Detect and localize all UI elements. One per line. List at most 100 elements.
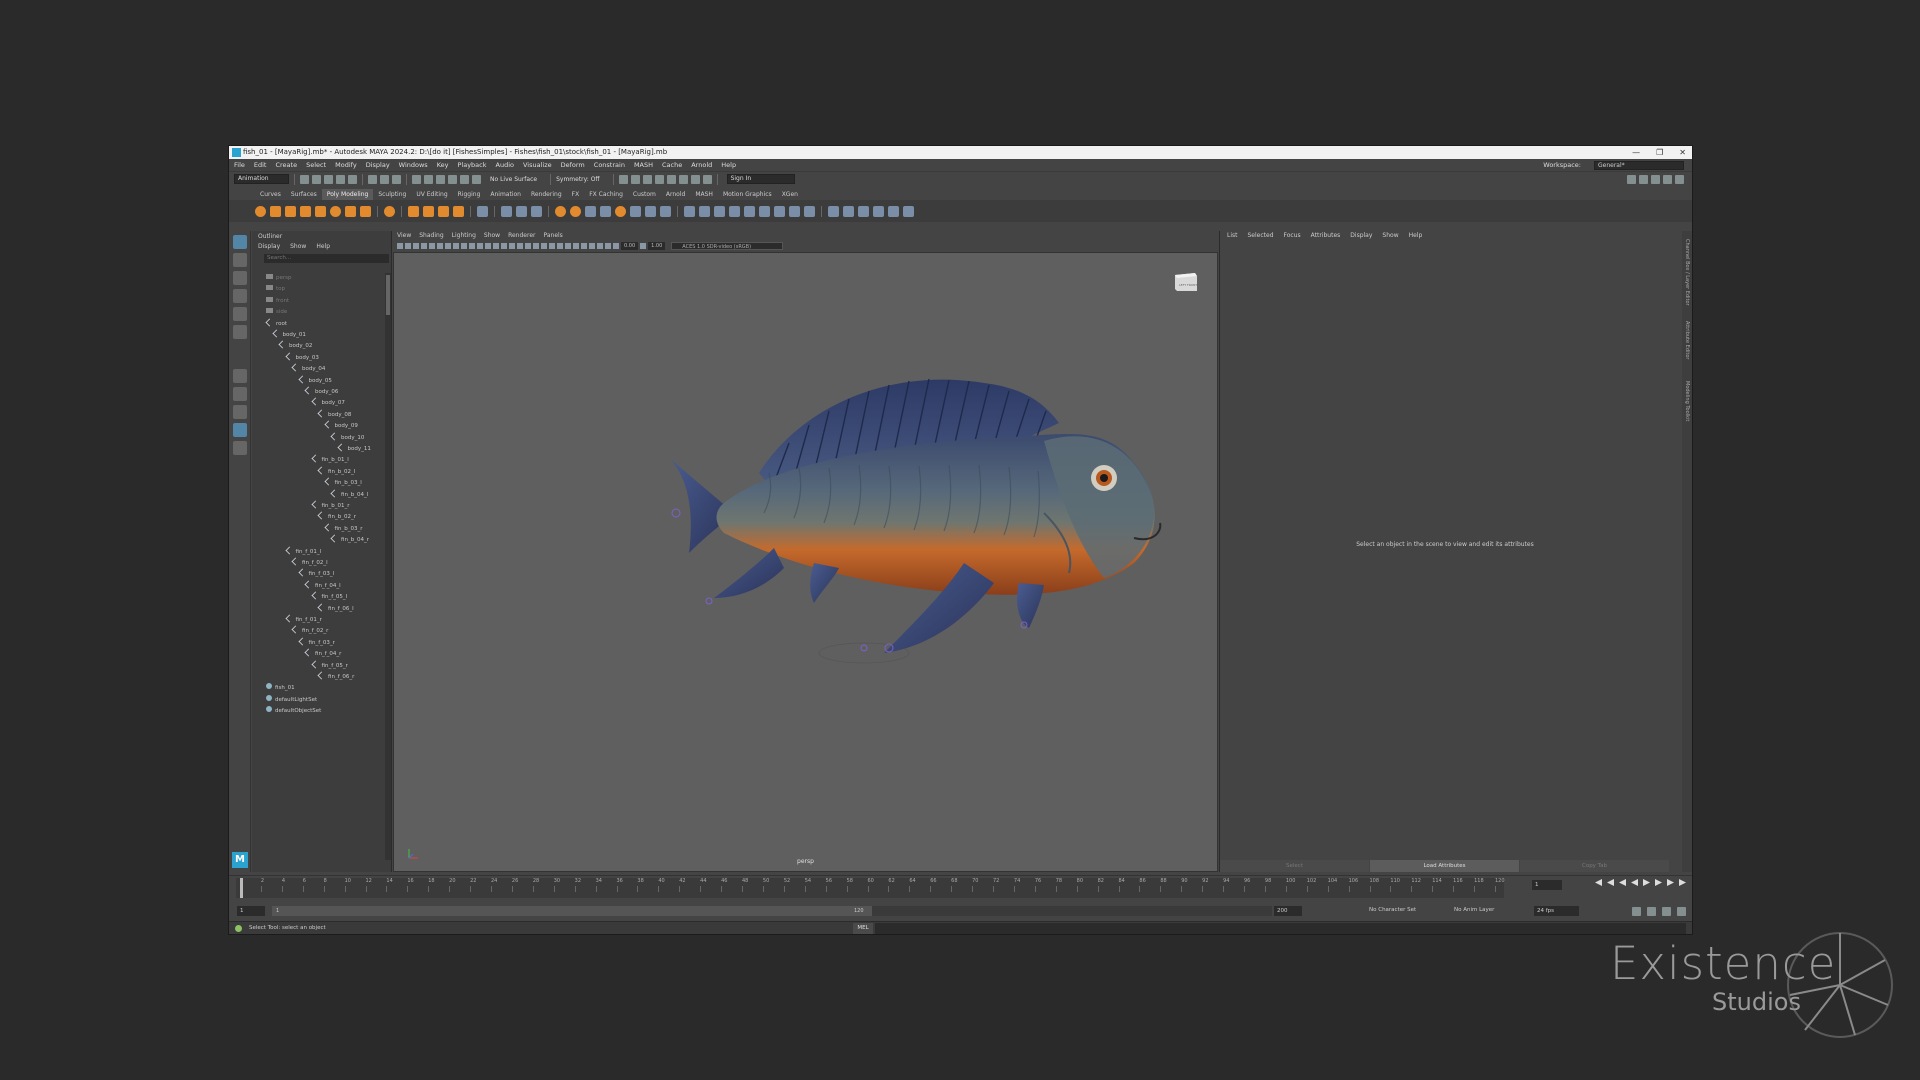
outliner-item[interactable]: fin_b_01_r bbox=[311, 500, 349, 512]
shelf-tab-poly-modeling[interactable]: Poly Modeling bbox=[321, 189, 374, 200]
viewport-menu-lighting[interactable]: Lighting bbox=[452, 231, 476, 241]
attr-menu-attributes[interactable]: Attributes bbox=[1311, 232, 1341, 240]
search-icon[interactable] bbox=[233, 441, 247, 455]
outliner-search-input[interactable]: Search... bbox=[264, 254, 389, 263]
menu-deform[interactable]: Deform bbox=[561, 159, 585, 171]
menu-key[interactable]: Key bbox=[437, 159, 449, 171]
gamma-field[interactable]: 1.00 bbox=[648, 242, 666, 250]
merge-icon[interactable] bbox=[759, 205, 770, 217]
fps-dropdown[interactable]: 24 fps bbox=[1534, 906, 1579, 916]
outliner-item[interactable]: body_03 bbox=[285, 352, 319, 364]
redo-icon[interactable] bbox=[348, 174, 357, 184]
pause-icon[interactable] bbox=[702, 174, 712, 184]
modeling-toolkit-icon[interactable] bbox=[1639, 175, 1648, 184]
outliner-item[interactable]: defaultLightSet bbox=[266, 694, 317, 706]
field-chart-icon[interactable] bbox=[477, 243, 483, 249]
new-scene-icon[interactable] bbox=[300, 174, 309, 184]
paint-select-tool-icon[interactable] bbox=[233, 271, 247, 285]
render-settings-icon[interactable] bbox=[654, 174, 664, 184]
bridge-icon[interactable] bbox=[699, 205, 710, 217]
poly-sphere-icon[interactable] bbox=[255, 205, 266, 217]
menu-cache[interactable]: Cache bbox=[662, 159, 682, 171]
boolean-union-icon[interactable] bbox=[555, 205, 566, 217]
outliner-item[interactable]: body_05 bbox=[298, 375, 332, 387]
step-forward-frame-icon[interactable] bbox=[1655, 879, 1662, 886]
connect-icon[interactable] bbox=[843, 205, 854, 217]
outliner-item[interactable]: fin_b_03_l bbox=[324, 477, 362, 489]
center-pivot-icon[interactable] bbox=[888, 205, 899, 217]
outliner-item[interactable]: fin_f_02_r bbox=[291, 625, 328, 637]
outliner-item[interactable]: fish_01 bbox=[266, 683, 295, 694]
menu-modify[interactable]: Modify bbox=[335, 159, 357, 171]
menu-help[interactable]: Help bbox=[721, 159, 736, 171]
shelf-tab-mash[interactable]: MASH bbox=[690, 189, 718, 200]
outliner-item[interactable]: fin_b_02_l bbox=[317, 466, 355, 478]
smooth-shade-icon[interactable] bbox=[509, 243, 515, 249]
target-weld-icon[interactable] bbox=[828, 205, 839, 217]
menu-visualize[interactable]: Visualize bbox=[523, 159, 552, 171]
outliner-item[interactable]: body_01 bbox=[272, 329, 306, 341]
shelf-tab-fx[interactable]: FX bbox=[567, 189, 585, 200]
gamma-icon[interactable] bbox=[640, 243, 647, 249]
outliner-menu-display[interactable]: Display bbox=[258, 243, 280, 251]
select-button[interactable]: Select bbox=[1220, 860, 1369, 872]
svg-icon[interactable] bbox=[453, 205, 464, 217]
time-slider-track[interactable]: 1246810121416182022242628303234363840424… bbox=[236, 878, 1505, 898]
outliner-menu-help[interactable]: Help bbox=[316, 243, 330, 251]
sign-in-dropdown[interactable]: Sign In bbox=[726, 174, 795, 184]
tool-settings-icon[interactable] bbox=[1663, 175, 1672, 184]
outliner-item[interactable]: fin_f_04_r bbox=[304, 648, 341, 660]
separate-icon[interactable] bbox=[516, 205, 527, 217]
fish-model[interactable] bbox=[664, 363, 1224, 673]
outliner-item[interactable]: body_08 bbox=[317, 409, 351, 421]
gate-mask-icon[interactable] bbox=[469, 243, 475, 249]
camera-attributes-icon[interactable] bbox=[405, 243, 411, 249]
shelf-tab-rendering[interactable]: Rendering bbox=[526, 189, 567, 200]
outliner-item[interactable]: front bbox=[266, 296, 289, 307]
reduce-icon[interactable] bbox=[630, 205, 641, 217]
menuset-dropdown[interactable]: Animation bbox=[234, 174, 289, 184]
outliner-item[interactable]: body_06 bbox=[304, 386, 338, 398]
symmetry-label[interactable]: Symmetry: Off bbox=[556, 176, 599, 183]
sweep-mesh-icon[interactable] bbox=[408, 205, 419, 217]
poly-pipe-icon[interactable] bbox=[360, 205, 371, 217]
poly-disc-icon[interactable] bbox=[345, 205, 356, 217]
retopo-icon[interactable] bbox=[660, 205, 671, 217]
range-bar[interactable]: 1 120 bbox=[272, 906, 1272, 916]
four-view-layout-icon[interactable] bbox=[233, 387, 247, 401]
quad-draw-icon[interactable] bbox=[789, 205, 800, 217]
outliner-item[interactable]: body_09 bbox=[324, 420, 358, 432]
motion-blur-icon[interactable] bbox=[557, 243, 563, 249]
multi-cut-icon[interactable] bbox=[804, 205, 815, 217]
xray-icon[interactable] bbox=[589, 243, 595, 249]
load-attributes-button[interactable]: Load Attributes bbox=[1370, 860, 1519, 872]
wireframe-on-shaded-icon[interactable] bbox=[517, 243, 523, 249]
outliner-item[interactable]: fin_f_03_r bbox=[298, 637, 335, 649]
scrollbar-thumb[interactable] bbox=[386, 275, 390, 315]
wireframe-icon[interactable] bbox=[501, 243, 507, 249]
backface-culling-icon[interactable] bbox=[605, 243, 611, 249]
outliner-item[interactable]: fin_f_05_r bbox=[311, 660, 348, 672]
camera-select-icon[interactable] bbox=[397, 243, 403, 249]
select-object-icon[interactable] bbox=[380, 174, 389, 184]
attr-menu-show[interactable]: Show bbox=[1382, 232, 1398, 240]
outliner-menu-show[interactable]: Show bbox=[290, 243, 306, 251]
shelf-tab-custom[interactable]: Custom bbox=[628, 189, 661, 200]
shelf-tab-sculpting[interactable]: Sculpting bbox=[373, 189, 411, 200]
menu-file[interactable]: File bbox=[234, 159, 245, 171]
poly-cube-icon[interactable] bbox=[270, 205, 281, 217]
menu-playback[interactable]: Playback bbox=[457, 159, 486, 171]
range-knob[interactable] bbox=[272, 906, 872, 916]
shelf-tab-xgen[interactable]: XGen bbox=[777, 189, 803, 200]
hypershade-icon[interactable] bbox=[666, 174, 676, 184]
channel-box-icon[interactable] bbox=[1675, 175, 1684, 184]
mel-label[interactable]: MEL bbox=[853, 923, 873, 934]
outliner-item[interactable]: fin_f_05_l bbox=[311, 591, 347, 603]
outliner-item[interactable]: fin_b_01_l bbox=[311, 454, 349, 466]
remesh-icon[interactable] bbox=[645, 205, 656, 217]
snap-grid-icon[interactable] bbox=[412, 174, 421, 184]
poly-plane-icon[interactable] bbox=[315, 205, 326, 217]
collapse-icon[interactable] bbox=[774, 205, 785, 217]
live-surface-label[interactable]: No Live Surface bbox=[490, 176, 537, 183]
use-lights-icon[interactable] bbox=[533, 243, 539, 249]
